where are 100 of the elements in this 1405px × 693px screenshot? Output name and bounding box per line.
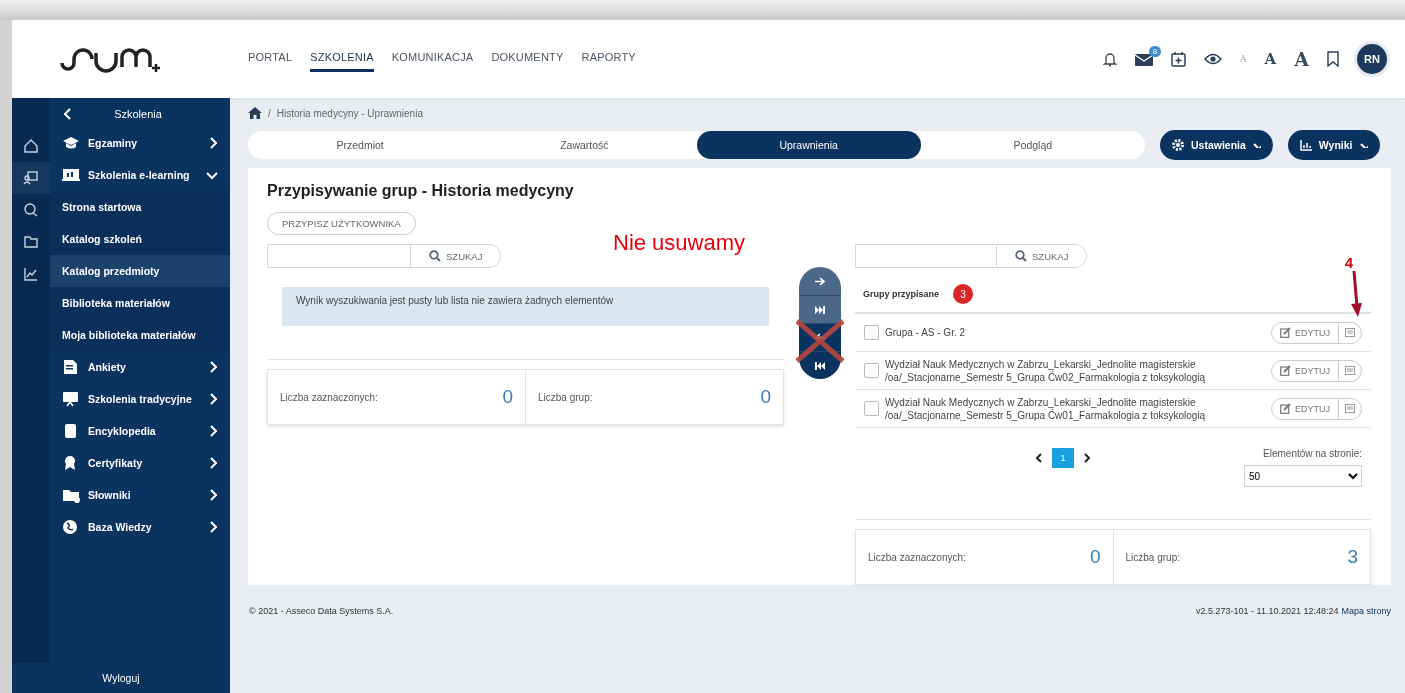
list-title: Grupy przypisane [863,289,940,299]
prev-chevron-icon [1035,453,1042,463]
results-dropdown[interactable]: Wyniki [1287,130,1380,160]
counter-label: Liczba grup: [1125,551,1180,563]
folder-icon [23,234,39,250]
edit-icon [1280,327,1291,338]
counter-label: Liczba zaznaczonych: [280,391,378,403]
sidebar-title: Szkolenia [113,108,163,120]
count-badge: 3 [953,284,974,304]
sidebar-item[interactable]: Encyklopedia [50,415,230,447]
settings-dropdown[interactable]: Ustawienia [1160,130,1273,160]
chevron-right-icon [209,457,218,469]
home-icon [23,138,39,154]
annotation-text: Nie usuwamy [613,230,746,256]
per-page-label: Elementów na stronie: [1263,448,1362,459]
sidebar-item[interactable]: Moja biblioteka materiałów [50,319,230,351]
nav-link[interactable]: KOMUNIKACJA [391,46,474,72]
font-size-button[interactable]: A [1294,48,1309,70]
nav-link[interactable]: RAPORTY [581,46,636,72]
counter-label: Liczba grup: [538,391,593,403]
sidebar-item[interactable]: Baza Wiedzy [50,511,230,543]
back-chevron-icon [64,108,72,120]
skip-back-icon [815,361,825,370]
annotation-arrow-icon [1350,271,1362,317]
card-title: Przypisywanie grup - Historia medycyny [267,182,575,200]
chevron-right-icon [209,361,218,373]
search-icon [1015,250,1027,262]
nav-link[interactable]: PORTAL [248,46,293,72]
tab[interactable]: Przedmiot [248,131,473,159]
tab[interactable]: Podgląd [920,131,1145,159]
list-icon [1345,366,1355,375]
sitemap-link[interactable]: Mapa strony [1341,606,1391,616]
bell-icon [1103,51,1118,67]
search-field[interactable] [855,244,996,268]
copyright-text: © 2021 - Asseco Data Systems S.A. [249,606,394,616]
group-name: Wydział Nauk Medycznych w Zabrzu_Lekarski_Jednolite magisterskie /oa/_Stacjonarne_Semestr 5_Grupa Ćw02_Farmakologia z toksykologią [885,357,1207,384]
search-icon [429,250,441,262]
checkbox[interactable] [864,363,879,378]
cap-icon [62,135,80,151]
move-all-right-button[interactable] [799,295,841,323]
monitor-icon [62,167,80,183]
version-text: v2.5.273-101 - 11.10.2021 12:48:24 [1196,606,1339,616]
sidebar-item[interactable]: Katalog przedmioty [50,255,230,287]
counter-value: 0 [1089,546,1101,568]
sidebar-item[interactable]: Katalog szkoleń [50,223,230,255]
checkbox[interactable] [864,325,879,340]
next-chevron-icon [1084,453,1091,463]
sidebar-item[interactable]: Certyfikaty [50,447,230,479]
calendar-plus-icon [1171,51,1187,67]
document-icon [62,359,80,375]
search-button[interactable]: SZUKAJ [996,244,1088,268]
logout-link[interactable]: Wyloguj [12,663,230,693]
list-icon [1345,328,1355,337]
per-page-select[interactable]: 50 [1244,465,1362,487]
chevron-right-icon [209,393,218,405]
sidebar-item[interactable]: Szkolenia tradycyjne [50,383,230,415]
gear-icon [1172,139,1184,151]
tab[interactable]: Uprawnienia [696,131,921,159]
sidebar-item[interactable]: Szkolenia e-learning [50,159,230,191]
font-size-button[interactable]: A [1264,50,1277,68]
chevron-right-icon [209,425,218,437]
notification-badge: 8 [1148,45,1162,57]
cross-mark-icon [794,318,846,364]
search-button[interactable]: SZUKAJ [410,244,502,268]
eye-icon [1204,53,1223,65]
bookmark-icon [1327,51,1339,67]
chevron-right-icon [209,489,218,501]
bar-chart-icon [1299,139,1312,151]
easel-icon [62,391,80,407]
sidebar-item[interactable]: Ankiety [50,351,230,383]
assign-user-button[interactable]: PRZYPISZ UŻYTKOWNIKA [267,212,416,235]
breadcrumb-separator: / [268,107,271,119]
annotation-number: 4 [1344,254,1353,271]
nav-link[interactable]: SZKOLENIA [310,46,374,72]
sidebar-item[interactable]: Biblioteka materiałów [50,287,230,319]
nav-link[interactable]: DOKUMENTY [491,46,564,72]
sidebar-item[interactable]: Egzaminy [50,127,230,159]
counter-value: 0 [760,386,771,408]
user-avatar[interactable]: RN [1357,44,1387,74]
tab[interactable]: Zawartość [472,131,697,159]
sidebar-item[interactable]: Strona startowa [50,191,230,223]
arrow-right-icon [815,276,825,286]
chevron-down-icon [206,170,218,180]
edit-icon [1280,365,1291,376]
counter-label: Liczba zaznaczonych: [868,551,966,563]
sidebar-item[interactable]: Słowniki [50,479,230,511]
breadcrumb: Historia medycyny - Uprawnienia [276,107,423,119]
edit-icon [1280,403,1291,414]
checkbox[interactable] [864,401,879,416]
chevron-right-icon [209,137,218,149]
home-icon [248,107,262,119]
folder-icon [62,487,80,503]
teacher-icon [23,170,39,186]
group-name: Wydział Nauk Medycznych w Zabrzu_Lekarski_Jednolite magisterskie /oa/_Stacjonarne_Semestr 5_Grupa Ćw01_Farmakologia z toksykologią [885,395,1207,422]
chevron-right-icon [209,521,218,533]
skip-forward-icon [815,305,825,314]
counter-value: 0 [502,386,513,408]
move-right-button[interactable] [799,267,841,295]
search-field[interactable] [267,244,410,268]
globe-icon [62,519,80,535]
